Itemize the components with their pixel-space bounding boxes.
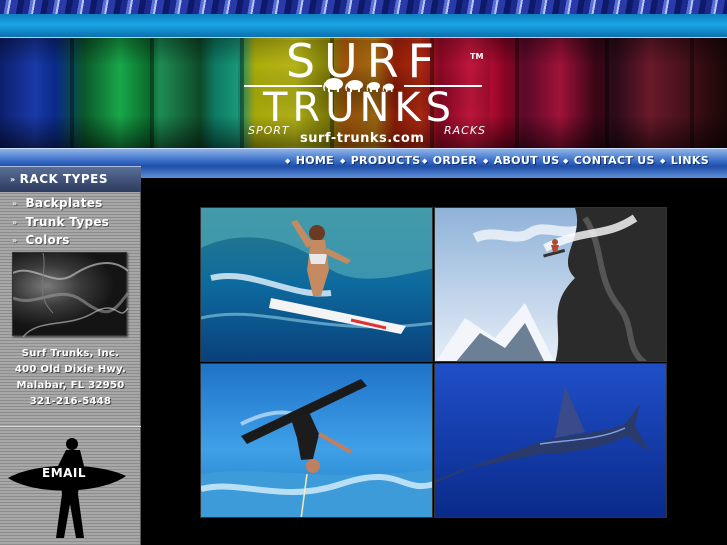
logo-trademark: TM — [470, 52, 484, 61]
nav-bullet-icon: ◆ — [340, 157, 346, 165]
nav-about-us[interactable]: ◆ ABOUT US — [483, 154, 559, 167]
photo-surfer — [200, 207, 433, 362]
nav-bullet-icon: ◆ — [660, 157, 666, 165]
top-wave-strip — [0, 0, 727, 14]
double-chevron-icon: » — [12, 218, 18, 227]
photo-snowboarder — [434, 207, 667, 362]
nav-order[interactable]: ◆ ORDER — [422, 154, 477, 167]
logo-tagline-racks: RACKS — [444, 124, 487, 137]
nav-products[interactable]: ◆ PRODUCTS — [340, 154, 421, 167]
email-link[interactable]: EMAIL — [42, 466, 86, 480]
logo-tagline-sport: SPORT — [248, 124, 290, 137]
sidebar-link-colors[interactable]: » Colors — [12, 233, 70, 247]
nav-bullet-icon: ◆ — [483, 157, 489, 165]
nav-bullet-icon: ◆ — [563, 157, 569, 165]
sidebar: » RACK TYPES » Backplates » Trunk Types » Co… — [0, 166, 141, 545]
double-chevron-icon: » — [10, 175, 16, 184]
logo-url: surf-trunks.com — [300, 131, 425, 146]
nav-home[interactable]: ◆ HOME — [285, 154, 334, 167]
sidebar-header: » RACK TYPES — [0, 166, 141, 192]
surfer-silhouette-icon[interactable] — [6, 434, 130, 544]
double-chevron-icon: » — [12, 199, 18, 208]
address-street: 400 Old Dixie Hwy. — [14, 364, 127, 375]
sidebar-link-backplates[interactable]: » Backplates — [12, 196, 103, 210]
nav-bullet-icon: ◆ — [422, 157, 428, 165]
nav-links[interactable]: ◆ LINKS — [660, 154, 709, 167]
nav-bullet-icon: ◆ — [285, 157, 291, 165]
address-phone: 321-216-5448 — [29, 396, 112, 407]
marble-swatch-image — [12, 252, 128, 337]
photo-wakeboarder — [200, 363, 433, 518]
logo-trunks[interactable]: TRUNKS — [242, 88, 477, 128]
sidebar-link-trunk-types[interactable]: » Trunk Types — [12, 215, 109, 229]
address-city: Malabar, FL 32950 — [16, 380, 125, 391]
sidebar-title: » RACK TYPES — [10, 172, 108, 186]
address-company: Surf Trunks, Inc. — [21, 348, 120, 359]
sidebar-divider — [0, 426, 141, 427]
nav-contact-us[interactable]: ◆ CONTACT US — [563, 154, 655, 167]
photo-marlin — [434, 363, 667, 518]
double-chevron-icon: » — [12, 236, 18, 245]
